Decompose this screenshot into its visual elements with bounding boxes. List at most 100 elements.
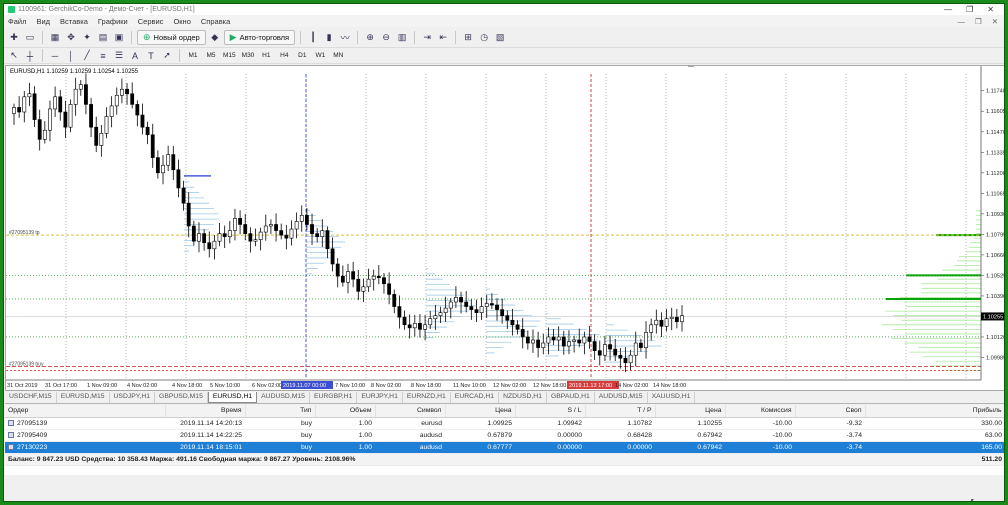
menu-view[interactable]: Вид <box>36 17 50 26</box>
data-window-icon[interactable]: ✥ <box>64 31 78 45</box>
trade-row[interactable]: 27095139 2019.11.14 14:20:13 buy 1.00 eurusd… <box>5 417 1004 430</box>
candle-body <box>243 224 248 234</box>
terminal-icon[interactable]: ▤ <box>96 31 110 45</box>
column-header[interactable]: Объем <box>315 405 376 418</box>
table-cell: buy <box>245 441 315 454</box>
tile-windows-icon[interactable]: ▥ <box>395 31 409 45</box>
column-header[interactable]: S / L <box>515 405 586 418</box>
timeframe-h4[interactable]: H4 <box>276 49 292 62</box>
cell-value: buy <box>301 419 312 427</box>
table-cell: 0.67777 <box>445 441 515 454</box>
close-button[interactable]: ✕ <box>987 5 994 14</box>
chart-tab[interactable]: EURCAD,H1 <box>451 392 500 403</box>
timeframe-m15[interactable]: M15 <box>221 49 238 62</box>
chart-tab[interactable]: AUDUSD,M15 <box>257 392 310 403</box>
new-order-button[interactable]: ⊕ Новый ордер <box>137 30 206 45</box>
menu-tools[interactable]: Сервис <box>138 17 164 26</box>
column-header[interactable]: Время <box>165 405 246 418</box>
cell-value: 27095139 <box>17 419 48 427</box>
menu-help[interactable]: Справка <box>201 17 230 26</box>
chart-tab[interactable]: EURUSD,M15 <box>57 392 110 403</box>
timeframe-mn[interactable]: MN <box>330 49 346 62</box>
timeframe-h1[interactable]: H1 <box>258 49 274 62</box>
column-header[interactable]: Прибыль <box>865 405 1004 418</box>
price-chart[interactable]: 1.11740 1.11605 1.11470 1.11335 1.11200 1.110… <box>6 66 1004 390</box>
candle-body <box>418 322 422 330</box>
label-icon[interactable]: T <box>144 49 158 63</box>
timeframe-m30[interactable]: M30 <box>240 49 257 62</box>
menu-file[interactable]: Файл <box>8 17 26 26</box>
chart-tab[interactable]: GBPUSD,M15 <box>155 392 208 403</box>
arrows-icon[interactable]: ➚ <box>160 49 174 63</box>
mdi-restore-button[interactable]: ❐ <box>975 17 982 26</box>
zoom-out-icon[interactable]: ⊖ <box>379 31 393 45</box>
timeframe-m5[interactable]: M5 <box>203 49 219 62</box>
channel-icon[interactable]: ≡ <box>96 49 110 63</box>
metaeditor-icon[interactable]: ◆ <box>208 31 222 45</box>
menu-insert[interactable]: Вставка <box>60 17 88 26</box>
candle-body <box>135 104 140 116</box>
trendline-icon[interactable]: ╱ <box>80 49 94 63</box>
candle-body <box>238 218 242 225</box>
mdi-close-button[interactable]: ✕ <box>992 17 998 26</box>
market-watch-icon[interactable]: ▦ <box>48 31 62 45</box>
candle-body <box>515 324 520 330</box>
autoscroll-icon[interactable]: ⇥ <box>420 31 434 45</box>
chart-shift-icon[interactable]: ⇤ <box>436 31 450 45</box>
mdi-minimize-button[interactable]: — <box>957 17 965 26</box>
auto-trading-button[interactable]: ▶ Авто-торговля <box>223 30 296 45</box>
timeframe-d1[interactable]: D1 <box>294 49 310 62</box>
horizontal-line-icon[interactable]: ─ <box>48 49 62 63</box>
fibonacci-icon[interactable]: ☰ <box>112 49 126 63</box>
chart-tab[interactable]: NZDUSD,H1 <box>499 392 547 403</box>
cursor-icon[interactable]: ↖ <box>7 49 21 63</box>
chart-tab[interactable]: USDJPY,H1 <box>110 392 156 403</box>
chart-tab[interactable]: EURUSD,H1 <box>207 392 258 403</box>
column-header[interactable]: Своп <box>795 405 866 418</box>
cell-value: 2019.11.14 14:20:13 <box>180 419 242 427</box>
zoom-in-icon[interactable]: ⊕ <box>363 31 377 45</box>
chart-tab[interactable]: GBPAUD,H1 <box>547 392 595 403</box>
chart-tab[interactable]: EURGBP,H1 <box>310 392 358 403</box>
bar-chart-icon[interactable]: ┃ <box>306 31 320 45</box>
templates-icon[interactable]: ▧ <box>493 31 507 45</box>
chart-window[interactable]: 1.11740 1.11605 1.11470 1.11335 1.11200 1.110… <box>5 65 1004 391</box>
chart-tab[interactable]: XAUUSD,H1 <box>648 392 696 403</box>
maximize-button[interactable]: ❐ <box>966 5 973 14</box>
text-icon[interactable]: A <box>128 49 142 63</box>
indicators-icon[interactable]: ⊞ <box>461 31 475 45</box>
cell-value: 0.00000 <box>627 443 652 451</box>
line-chart-icon[interactable]: 〰 <box>338 31 352 45</box>
menu-charts[interactable]: Графики <box>98 17 128 26</box>
new-chart-icon[interactable]: ✚ <box>7 31 21 45</box>
crosshair-icon[interactable]: ┼ <box>23 49 37 63</box>
timeframe-m1[interactable]: M1 <box>185 49 201 62</box>
chart-tab[interactable]: AUDUSD,M15 <box>595 392 648 403</box>
chart-tab[interactable]: USDCHF,M15 <box>5 392 57 403</box>
timeframe-w1[interactable]: W1 <box>312 49 328 62</box>
column-header[interactable]: Символ <box>375 405 446 418</box>
column-header[interactable]: Цена <box>445 405 516 418</box>
time-tick-label: 12 Nov 18:00 <box>533 383 566 389</box>
navigator-icon[interactable]: ✦ <box>80 31 94 45</box>
candle-body <box>448 301 453 309</box>
tester-icon[interactable]: ▣ <box>112 31 126 45</box>
column-header[interactable]: Комиссия <box>725 405 796 418</box>
column-header[interactable]: Ордер <box>5 405 166 418</box>
candlestick-icon[interactable]: ▮ <box>322 31 336 45</box>
cell-value: -10.00 <box>772 431 792 439</box>
chart-tab[interactable]: EURJPY,H1 <box>357 392 403 403</box>
candle-body <box>73 88 78 105</box>
column-header[interactable]: Тип <box>245 405 316 418</box>
periods-icon[interactable]: ◷ <box>477 31 491 45</box>
trade-row[interactable]: 27130223 2019.11.14 18:15:01 buy 1.00 audusd… <box>5 441 1004 454</box>
minimize-button[interactable]: — <box>944 5 952 14</box>
menu-window[interactable]: Окно <box>173 17 190 26</box>
chart-tab[interactable]: EURNZD,H1 <box>403 392 451 403</box>
vertical-line-icon[interactable]: │ <box>64 49 78 63</box>
column-header[interactable]: Цена <box>655 405 726 418</box>
profiles-icon[interactable]: ▭ <box>23 31 37 45</box>
trade-row[interactable]: 27095409 2019.11.14 14:22:25 buy 1.00 audusd… <box>5 429 1004 442</box>
column-header[interactable]: T / P <box>585 405 656 418</box>
candle-body <box>274 224 278 231</box>
